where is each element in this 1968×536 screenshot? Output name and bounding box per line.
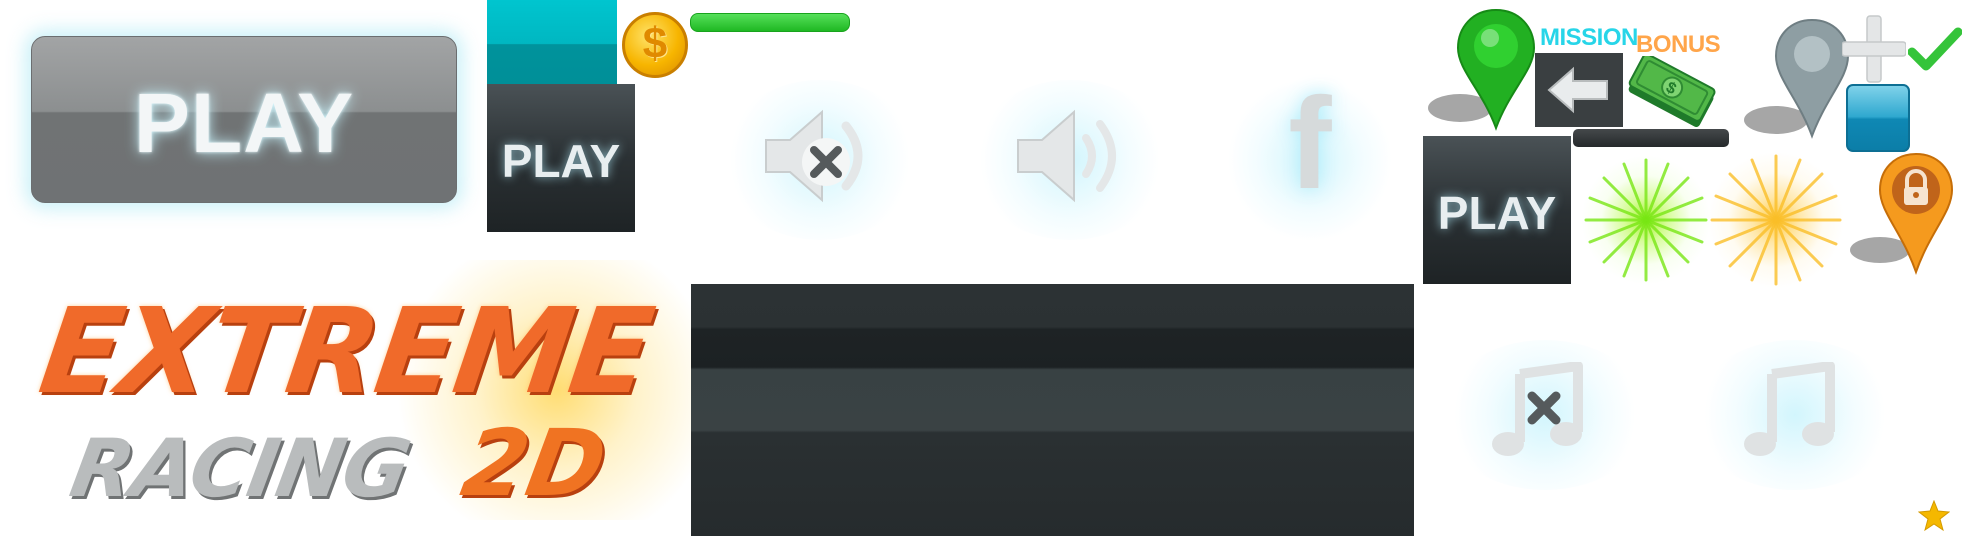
play-button-large-label: PLAY — [133, 76, 355, 170]
logo-title-2d: 2D — [454, 410, 614, 517]
map-pin-green-icon — [1428, 8, 1536, 131]
facebook-icon[interactable]: f — [1270, 78, 1350, 208]
back-arrow-icon — [1547, 66, 1608, 114]
logo-title-extreme: EXTREME — [32, 282, 660, 420]
play-button-large[interactable]: PLAY — [31, 36, 457, 203]
burst-yellow-icon — [1710, 154, 1842, 286]
lock-pin-icon — [1850, 152, 1954, 276]
speaker-on-icon[interactable] — [1012, 104, 1128, 208]
play-button-square[interactable]: PLAY — [487, 84, 635, 232]
mission-label: MISSION — [1540, 24, 1638, 51]
coin-symbol: $ — [642, 19, 668, 68]
blue-square-button[interactable] — [1846, 84, 1910, 152]
progress-bar-green — [690, 13, 850, 32]
coin-icon: $ — [622, 12, 688, 78]
star-icon — [1918, 500, 1950, 532]
dark-panel — [691, 284, 1414, 536]
speaker-muted-icon[interactable] — [760, 104, 876, 208]
back-button[interactable] — [1535, 53, 1623, 127]
map-pin-grey-icon — [1744, 18, 1850, 139]
play-button-square-2[interactable]: PLAY — [1423, 136, 1571, 284]
burst-green-icon — [1584, 158, 1708, 282]
plus-icon[interactable] — [1842, 14, 1906, 84]
money-icon: $ — [1628, 56, 1716, 128]
play-button-square-label: PLAY — [501, 135, 621, 187]
progress-bar-dark — [1573, 129, 1729, 147]
logo-title-racing: RACING — [63, 422, 417, 515]
play-button-square-2-label: PLAY — [1437, 187, 1557, 239]
music-muted-icon[interactable] — [1488, 362, 1590, 462]
teal-tile — [487, 0, 617, 84]
music-on-icon[interactable] — [1740, 362, 1842, 462]
bonus-label: BONUS — [1636, 31, 1721, 58]
checkmark-icon — [1908, 27, 1962, 71]
